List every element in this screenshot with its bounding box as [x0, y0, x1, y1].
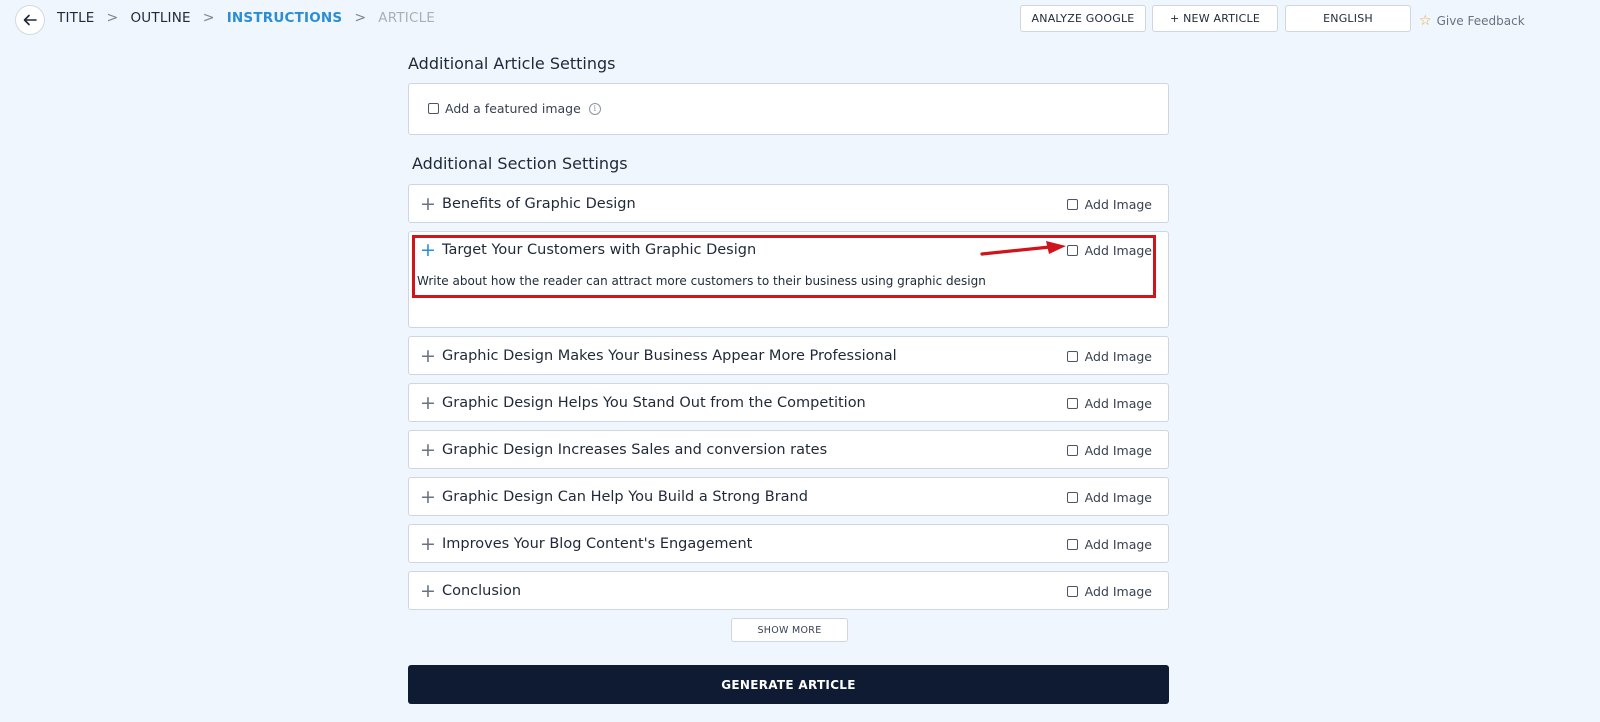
section-card: + Graphic Design Makes Your Business App… — [408, 336, 1169, 375]
section-title: Target Your Customers with Graphic Desig… — [442, 242, 757, 258]
add-image-option[interactable]: Add Image — [1066, 583, 1152, 599]
new-article-button[interactable]: + NEW ARTICLE — [1152, 5, 1278, 32]
add-image-checkbox[interactable] — [1066, 585, 1078, 597]
breadcrumb-outline[interactable]: OUTLINE — [130, 10, 190, 26]
section-row: + Improves Your Blog Content's Engagemen… — [409, 526, 1168, 562]
article-settings-heading: Additional Article Settings — [408, 54, 616, 73]
add-image-option[interactable]: Add Image — [1066, 348, 1152, 364]
section-title: Graphic Design Increases Sales and conve… — [442, 442, 828, 458]
section-row: + Graphic Design Makes Your Business App… — [409, 338, 1168, 374]
add-image-checkbox[interactable] — [1066, 198, 1078, 210]
give-feedback-label: Give Feedback — [1436, 14, 1525, 28]
section-title: Benefits of Graphic Design — [442, 196, 636, 212]
featured-image-checkbox[interactable] — [428, 103, 439, 114]
breadcrumb-separator: > — [354, 10, 367, 26]
add-image-option[interactable]: Add Image — [1066, 489, 1152, 505]
add-image-checkbox[interactable] — [1066, 538, 1078, 550]
section-title: Graphic Design Makes Your Business Appea… — [442, 348, 897, 364]
breadcrumb-article: ARTICLE — [378, 10, 436, 26]
plus-icon[interactable]: + — [420, 393, 436, 413]
section-row: + Graphic Design Helps You Stand Out fro… — [409, 385, 1168, 421]
section-settings-heading: Additional Section Settings — [412, 154, 628, 173]
featured-image-label: Add a featured image — [445, 101, 581, 116]
section-title: Conclusion — [442, 583, 522, 599]
add-image-label: Add Image — [1084, 242, 1152, 258]
info-icon[interactable]: i — [588, 102, 601, 115]
breadcrumb-separator: > — [106, 10, 119, 26]
article-settings-card: Add a featured image i — [408, 83, 1169, 135]
add-image-label: Add Image — [1084, 442, 1152, 458]
breadcrumb-instructions[interactable]: INSTRUCTIONS — [227, 10, 343, 26]
section-row: + Benefits of Graphic Design Add Image — [409, 186, 1168, 222]
section-title: Improves Your Blog Content's Engagement — [442, 536, 753, 552]
section-card: + Benefits of Graphic Design Add Image — [408, 184, 1169, 223]
breadcrumb-title[interactable]: TITLE — [57, 10, 95, 26]
generate-article-button[interactable]: GENERATE ARTICLE — [408, 665, 1169, 704]
add-image-checkbox[interactable] — [1066, 444, 1078, 456]
add-image-option[interactable]: Add Image — [1066, 395, 1152, 411]
add-image-checkbox[interactable] — [1066, 397, 1078, 409]
star-icon: ☆ — [1419, 13, 1432, 29]
analyze-google-button[interactable]: ANALYZE GOOGLE — [1020, 5, 1146, 32]
annotation-arrow-icon — [980, 241, 1066, 256]
back-button[interactable] — [15, 5, 45, 35]
breadcrumb-separator: > — [202, 10, 215, 26]
section-row: + Graphic Design Increases Sales and con… — [409, 432, 1168, 468]
add-image-option[interactable]: Add Image — [1066, 442, 1152, 458]
show-more-button[interactable]: SHOW MORE — [731, 618, 848, 642]
plus-icon[interactable]: + — [420, 534, 436, 554]
give-feedback-link[interactable]: ☆ Give Feedback — [1419, 13, 1525, 29]
section-instructions-text[interactable]: Write about how the reader can attract m… — [417, 274, 986, 288]
add-image-label: Add Image — [1084, 348, 1152, 364]
section-title: Graphic Design Can Help You Build a Stro… — [442, 489, 808, 505]
add-image-option[interactable]: Add Image — [1066, 196, 1152, 212]
plus-icon[interactable]: + — [420, 581, 436, 601]
plus-icon[interactable]: + — [420, 440, 436, 460]
plus-icon[interactable]: + — [420, 240, 436, 260]
add-image-label: Add Image — [1084, 583, 1152, 599]
add-image-checkbox[interactable] — [1066, 350, 1078, 362]
add-image-label: Add Image — [1084, 489, 1152, 505]
section-card: + Improves Your Blog Content's Engagemen… — [408, 524, 1169, 563]
section-card: + Graphic Design Increases Sales and con… — [408, 430, 1169, 469]
add-image-label: Add Image — [1084, 536, 1152, 552]
add-image-checkbox[interactable] — [1066, 491, 1078, 503]
plus-icon[interactable]: + — [420, 194, 436, 214]
section-title: Graphic Design Helps You Stand Out from … — [442, 395, 866, 411]
language-select[interactable]: ENGLISH — [1285, 5, 1411, 32]
section-card: + Graphic Design Can Help You Build a St… — [408, 477, 1169, 516]
section-card: + Conclusion Add Image — [408, 571, 1169, 610]
arrow-left-icon — [23, 14, 37, 26]
breadcrumb: TITLE > OUTLINE > INSTRUCTIONS > ARTICLE — [57, 10, 435, 26]
add-image-option[interactable]: Add Image — [1066, 536, 1152, 552]
add-image-label: Add Image — [1084, 395, 1152, 411]
plus-icon[interactable]: + — [420, 346, 436, 366]
section-row: + Graphic Design Can Help You Build a St… — [409, 479, 1168, 515]
featured-image-option: Add a featured image i — [428, 101, 601, 116]
add-image-option[interactable]: Add Image — [1066, 242, 1152, 258]
section-card: + Graphic Design Helps You Stand Out fro… — [408, 383, 1169, 422]
add-image-label: Add Image — [1084, 196, 1152, 212]
plus-icon[interactable]: + — [420, 487, 436, 507]
section-row: + Conclusion Add Image — [409, 573, 1168, 609]
